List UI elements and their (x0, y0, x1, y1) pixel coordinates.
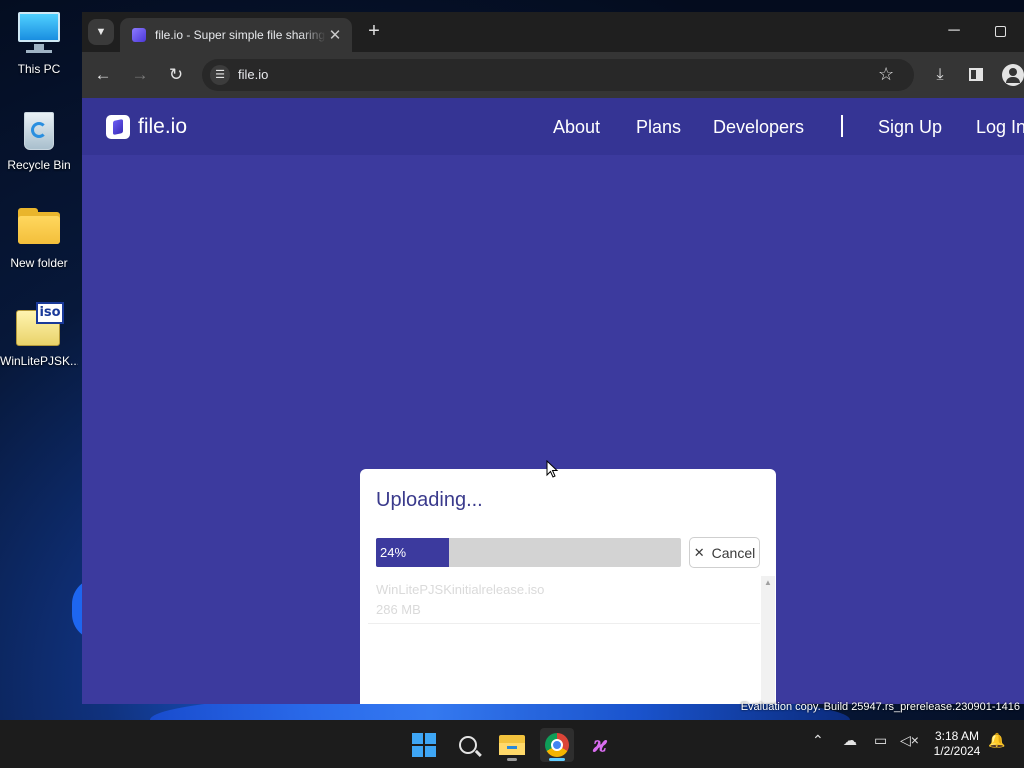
mouse-cursor-icon (546, 460, 559, 478)
web-page: file.io About Plans Developers Sign Up L… (82, 98, 1024, 704)
onedrive-icon[interactable]: ☁ (843, 732, 857, 749)
nav-log-in[interactable]: Log In (976, 117, 1024, 138)
volume-muted-icon[interactable]: ◁× (900, 732, 919, 749)
evaluation-watermark: Evaluation copy. Build 25947.rs_prerelea… (740, 701, 1020, 713)
notification-bell-icon[interactable]: 🔔 (988, 732, 1005, 749)
desktop-icon-new-folder[interactable]: New folder (0, 204, 78, 270)
desktop-icon-label: Recycle Bin (7, 158, 71, 172)
browser-tab[interactable]: file.io - Super simple file sharing ✕ (120, 18, 352, 52)
recycle-bin-icon (16, 106, 62, 152)
paint-icon: ϰ (592, 732, 608, 758)
nav-about[interactable]: About (553, 117, 600, 138)
star-icon[interactable]: ☆ (878, 64, 894, 85)
progress-percent: 24% (380, 545, 407, 560)
network-icon[interactable]: ▭ (874, 732, 887, 749)
iso-file-icon: iso (16, 302, 64, 348)
file-size: 286 MB (376, 602, 421, 617)
tab-search-button[interactable]: ▼ (88, 19, 114, 45)
clock-time: 3:18 AM (934, 729, 980, 743)
chevron-up-icon[interactable]: ⌃ (812, 732, 824, 749)
close-icon[interactable]: ✕ (326, 26, 344, 44)
upload-progress-bar: 24% (376, 538, 681, 567)
cancel-button[interactable]: ✕ Cancel (689, 537, 760, 568)
nav-sign-up[interactable]: Sign Up (878, 117, 942, 138)
desktop-icon-this-pc[interactable]: This PC (0, 10, 78, 76)
taskbar-search-button[interactable] (451, 728, 485, 762)
file-list-scrollbar[interactable]: ▲ (761, 576, 775, 704)
chevron-down-icon: ▼ (95, 26, 107, 38)
search-icon (459, 736, 477, 754)
upload-dialog: Uploading... 24% ✕ Cancel WinLitePJSKini… (360, 469, 776, 704)
file-explorer-icon (499, 735, 525, 755)
address-bar[interactable]: ☰ file.io ☆ (202, 59, 914, 91)
browser-window: ▼ file.io - Super simple file sharing ✕ … (82, 12, 1024, 704)
taskbar-file-explorer[interactable] (495, 728, 529, 762)
close-icon: ✕ (693, 544, 705, 560)
profile-icon[interactable] (1002, 64, 1024, 86)
favicon-icon (132, 28, 146, 42)
upload-title: Uploading... (376, 489, 483, 511)
system-clock[interactable]: 3:18 AM 1/2/2024 (930, 729, 984, 759)
cancel-label: Cancel (711, 544, 756, 561)
tune-icon[interactable]: ☰ (210, 65, 230, 85)
arrow-right-icon[interactable]: → (129, 64, 151, 86)
taskbar-paint[interactable]: ϰ (583, 728, 617, 762)
clock-date: 1/2/2024 (933, 744, 981, 758)
desktop-icon-label: New folder (10, 256, 68, 270)
tab-strip: ▼ file.io - Super simple file sharing ✕ … (82, 12, 1024, 52)
nav-developers[interactable]: Developers (713, 117, 804, 138)
site-header: file.io About Plans Developers Sign Up L… (82, 98, 1024, 155)
taskbar: ϰ ⌃ ☁ ▭ ◁× 3:18 AM 1/2/2024 🔔 (0, 720, 1024, 768)
start-button[interactable] (407, 728, 441, 762)
logo-text: file.io (138, 115, 188, 138)
maximize-icon[interactable] (995, 26, 1006, 37)
desktop-icon-label: This PC (17, 62, 61, 76)
logo-icon (106, 115, 130, 139)
url-text[interactable]: file.io (238, 67, 268, 82)
side-panel-icon[interactable] (969, 68, 983, 81)
chrome-icon (545, 733, 569, 757)
monitor-icon (16, 10, 62, 56)
site-logo[interactable]: file.io (106, 115, 187, 139)
arrow-left-icon[interactable]: ← (92, 64, 114, 86)
download-icon[interactable]: ⤓ (929, 64, 951, 86)
scroll-up-icon[interactable]: ▲ (761, 578, 775, 587)
desktop-icon-iso-file[interactable]: iso WinLitePJSK... (0, 302, 78, 368)
desktop-icon-label: WinLitePJSK... (0, 354, 78, 368)
browser-toolbar: ← → ↻ ☰ file.io ☆ ⤓ (82, 52, 1024, 98)
desktop-icon-recycle-bin[interactable]: Recycle Bin (0, 106, 78, 172)
nav-plans[interactable]: Plans (636, 117, 681, 138)
minimize-icon[interactable]: ─ (944, 22, 964, 40)
tab-title: file.io - Super simple file sharing (155, 28, 326, 42)
file-name: WinLitePJSKinitialrelease.iso (376, 582, 545, 597)
windows-logo-icon (412, 733, 436, 757)
upload-file-item: WinLitePJSKinitialrelease.iso 286 MB (368, 576, 760, 624)
nav-divider (841, 115, 843, 137)
plus-icon[interactable]: + (364, 20, 384, 43)
reload-icon[interactable]: ↻ (165, 64, 187, 86)
taskbar-chrome[interactable] (540, 728, 574, 762)
folder-icon (16, 204, 62, 250)
